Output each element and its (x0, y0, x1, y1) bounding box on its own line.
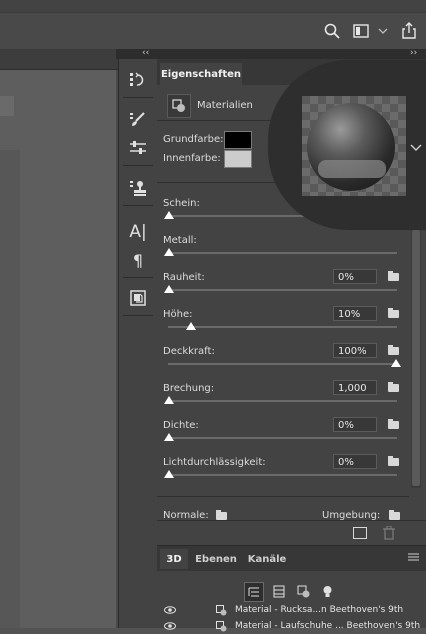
slider-thumb[interactable] (164, 433, 174, 441)
texture-folder-icon[interactable] (388, 419, 399, 429)
character-icon[interactable]: A| (125, 221, 151, 243)
slider-label: Höhe: (163, 309, 193, 320)
slider-track[interactable] (168, 437, 397, 439)
normale-folder-icon[interactable] (216, 510, 227, 520)
slider-track[interactable] (168, 363, 397, 365)
tab-3d[interactable]: 3D (160, 549, 188, 569)
slider-label: Deckkraft: (163, 346, 215, 357)
brush-icon[interactable] (125, 109, 151, 131)
slider-track[interactable] (168, 252, 397, 254)
scrollbar-thumb[interactable] (412, 230, 420, 486)
trash-icon[interactable] (383, 525, 395, 543)
scene-row[interactable]: Material - Laufschuhe ... Beethoven's 9t… (157, 620, 426, 634)
texture-folder-icon[interactable] (388, 308, 399, 318)
sphere-reflection (318, 160, 386, 178)
grundfarbe-label: Grundfarbe: (163, 134, 224, 145)
slider-label: Metall: (163, 235, 197, 246)
new-material-icon[interactable] (353, 527, 367, 539)
material-icon (216, 621, 227, 632)
mesh-filter-icon[interactable] (273, 585, 285, 601)
slider-track[interactable] (168, 474, 397, 476)
tab-ebenen[interactable]: Ebenen (193, 549, 239, 569)
material-filter-icon[interactable] (297, 585, 310, 601)
slider-value-field[interactable]: 0% (333, 269, 377, 284)
share-icon[interactable] (399, 21, 419, 41)
slider-label: Schein: (163, 198, 200, 209)
divider (157, 496, 409, 497)
chevron-down-icon[interactable] (410, 140, 422, 156)
collapse-right-icon[interactable]: ›› (410, 48, 417, 58)
umgebung-folder-icon[interactable] (389, 510, 400, 520)
slider-label: Brechung: (163, 383, 215, 394)
glyphs-icon[interactable] (125, 287, 151, 309)
divider (123, 165, 153, 166)
texture-folder-icon[interactable] (388, 271, 399, 281)
tab-kanaele[interactable]: Kanäle (244, 549, 290, 569)
document-tab-bar (0, 49, 118, 70)
innenfarbe-swatch[interactable] (224, 150, 252, 168)
slider-label: Lichtdurchlässigkeit: (163, 457, 266, 468)
slider-value-field[interactable]: 0% (333, 417, 377, 432)
slider-value-field[interactable]: 10% (333, 306, 377, 321)
canvas-tile (0, 96, 14, 116)
slider-label: Dichte: (163, 420, 199, 431)
slider-value-field[interactable]: 100% (333, 343, 377, 358)
slider-track[interactable] (168, 400, 397, 402)
slider-track[interactable] (168, 326, 397, 328)
visibility-eye-icon[interactable] (164, 622, 176, 630)
divider (123, 97, 153, 98)
grundfarbe-swatch[interactable] (224, 131, 252, 149)
divider (123, 315, 153, 316)
scene-row-label: Material - Rucksa...n Beethoven's 9th (235, 605, 404, 615)
scene-row-label: Material - Laufschuhe ... Beethoven's 9t… (235, 621, 421, 631)
innenfarbe-label: Innenfarbe: (163, 153, 221, 164)
clone-source-icon[interactable] (125, 177, 151, 199)
search-icon[interactable] (322, 21, 342, 41)
slider-track[interactable] (168, 289, 397, 291)
workspace-icon[interactable] (351, 21, 371, 41)
texture-folder-icon[interactable] (388, 382, 399, 392)
slider-thumb[interactable] (164, 248, 174, 256)
slider-label: Rauheit: (163, 272, 205, 283)
collapse-left-icon[interactable]: ‹‹ (142, 48, 149, 58)
properties-action-bar (157, 520, 426, 546)
scene-filter-icon[interactable] (244, 582, 264, 602)
slider-thumb[interactable] (164, 285, 174, 293)
materials-label: Materialien (197, 100, 253, 111)
chevron-down-icon[interactable] (376, 21, 390, 41)
light-filter-icon[interactable] (322, 585, 333, 601)
options-bar (0, 12, 426, 50)
slider-value-field[interactable]: 0% (333, 454, 377, 469)
slider-thumb[interactable] (185, 322, 196, 330)
materials-type-icon[interactable] (167, 94, 191, 118)
canvas-shadow (0, 150, 20, 628)
panel-menu-icon[interactable] (408, 553, 419, 564)
divider (123, 277, 153, 278)
visibility-eye-icon[interactable] (164, 606, 176, 614)
texture-folder-icon[interactable] (388, 456, 399, 466)
slider-thumb[interactable] (164, 396, 174, 404)
menu-bar (0, 0, 426, 12)
slider-value-field[interactable]: 1,000 (333, 380, 377, 395)
slider-thumb[interactable] (164, 211, 174, 219)
slider-thumb[interactable] (391, 359, 401, 367)
history-icon[interactable] (125, 69, 151, 91)
tab-eigenschaften[interactable]: Eigenschaften (160, 63, 242, 85)
adjustments-icon[interactable] (125, 137, 151, 159)
texture-folder-icon[interactable] (388, 345, 399, 355)
material-icon (216, 605, 227, 616)
dock-collapse-strip: ‹‹ ›› (116, 48, 426, 59)
paragraph-icon[interactable]: ¶ (125, 249, 151, 271)
slider-thumb[interactable] (164, 470, 174, 478)
panel-icon-column: A| ¶ (118, 59, 158, 628)
scene-row[interactable]: Material - Rucksa...n Beethoven's 9th (157, 604, 426, 618)
divider (123, 205, 153, 206)
